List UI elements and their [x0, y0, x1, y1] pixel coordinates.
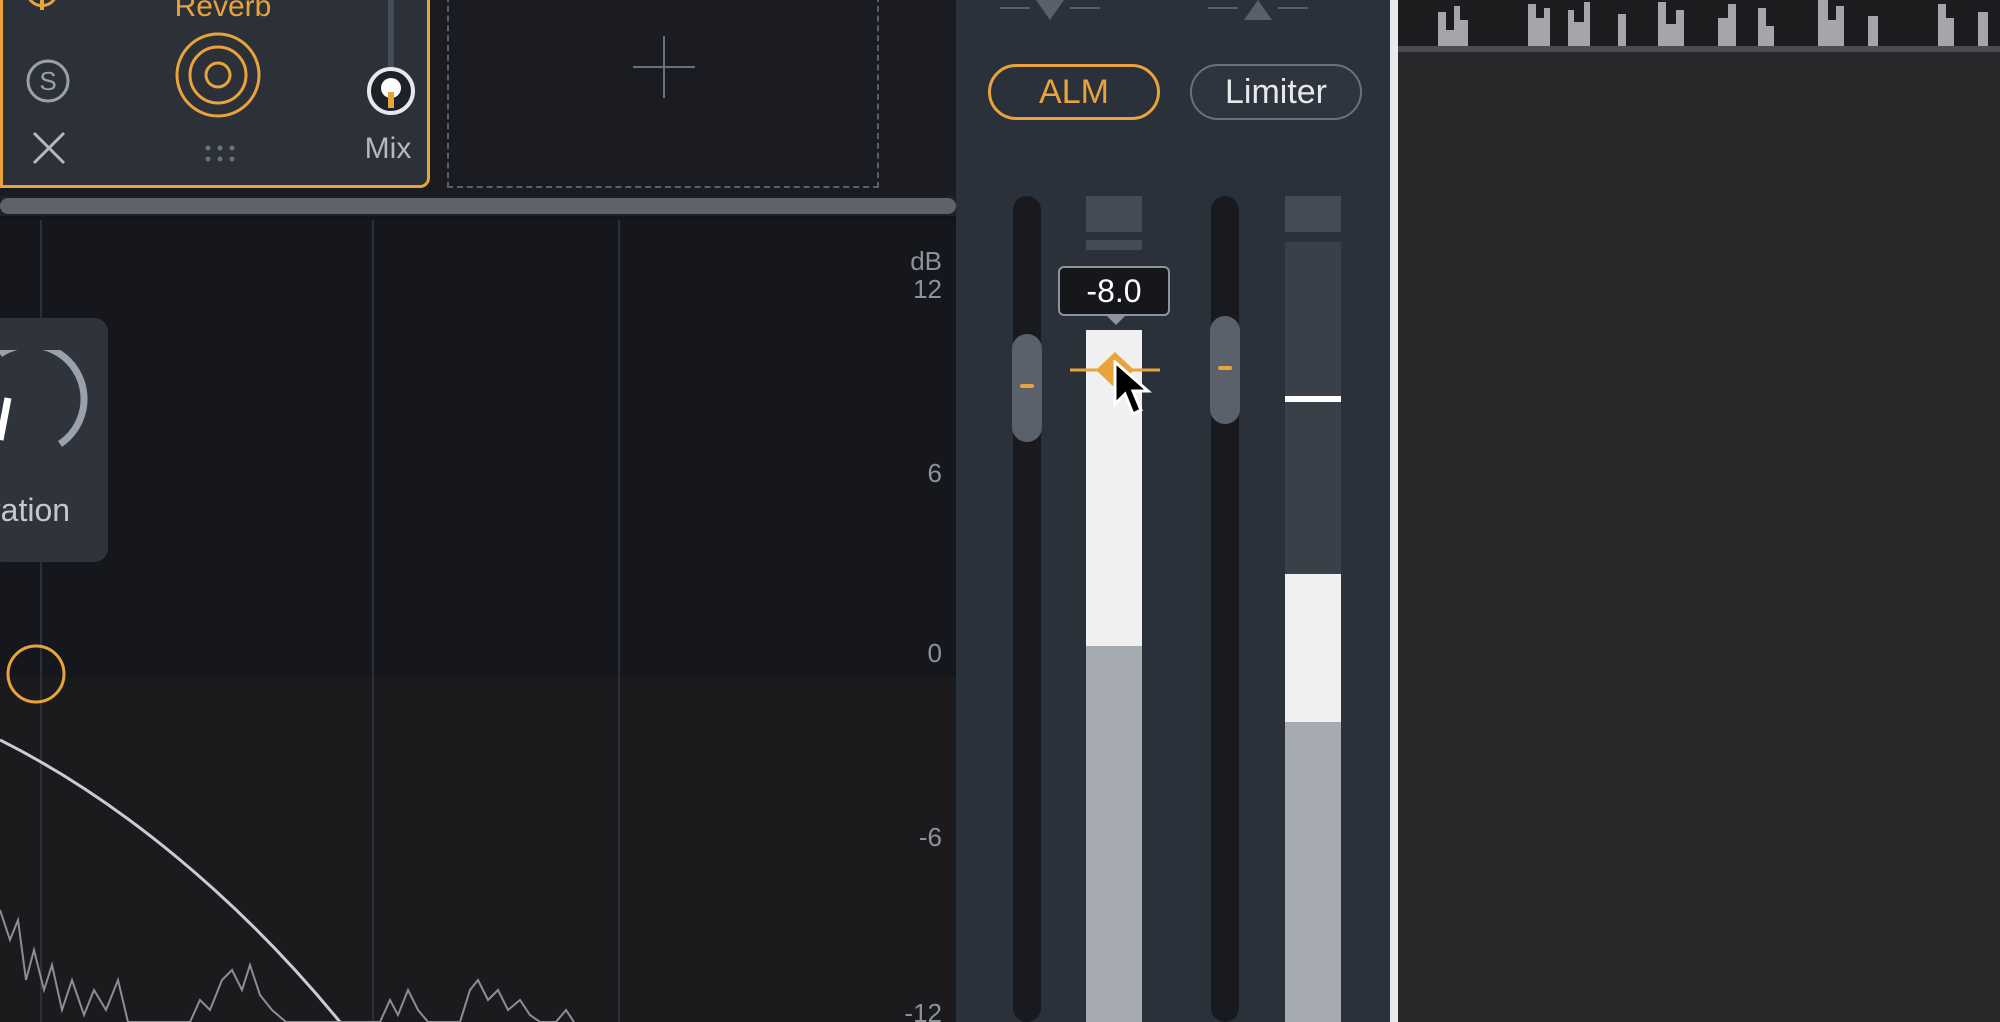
input-peak-marker-icon: [1000, 0, 1100, 24]
input-gain-slider-thumb[interactable]: [1012, 334, 1042, 442]
scrollbar-thumb[interactable]: [0, 198, 956, 214]
drag-handle-icon[interactable]: [203, 144, 237, 164]
limiter-button[interactable]: Limiter: [1190, 64, 1362, 120]
eq-curve: [0, 738, 575, 1022]
waveform-baseline: [1398, 46, 2000, 52]
eq-band-handle[interactable]: [6, 644, 66, 704]
meter-fill: [1285, 574, 1341, 722]
add-module-icon[interactable]: [633, 36, 695, 98]
power-icon[interactable]: [25, 0, 56, 22]
input-gain-slider-track[interactable]: [1013, 196, 1041, 1022]
mix-label: Mix: [364, 132, 412, 165]
remove-icon[interactable]: [31, 130, 67, 166]
meter-peak-segment: [1086, 240, 1142, 250]
reverb-module[interactable]: Reverb S Mix: [0, 0, 430, 188]
module-strip-scrollbar[interactable]: [0, 196, 956, 216]
output-level-meter: [1285, 196, 1341, 1022]
reverb-icon: [173, 30, 263, 120]
knob-icon[interactable]: [0, 341, 94, 460]
meter-peak-hold: [1285, 396, 1341, 402]
meter-peak-segment: [1285, 196, 1341, 232]
empty-module-slot[interactable]: [447, 0, 879, 188]
configuration-label: ration: [0, 492, 71, 528]
alm-button[interactable]: ALM: [988, 64, 1160, 120]
track-area: [1398, 0, 2000, 1022]
spectrum-analyzer[interactable]: dB 12 6 0 -6 -12: [0, 220, 956, 1022]
meter-peak-segment: [1086, 196, 1142, 232]
slider-tick: [1218, 366, 1232, 370]
mix-slider-icon[interactable]: [366, 0, 416, 118]
threshold-tooltip: -8.0: [1058, 266, 1170, 325]
solo-icon[interactable]: S: [25, 58, 70, 103]
module-title: Reverb: [174, 0, 272, 23]
meter-level: [1086, 646, 1142, 1022]
waveform-overview[interactable]: [1398, 0, 2000, 52]
mouse-cursor-icon: [1112, 358, 1154, 418]
output-peak-marker-icon: [1208, 0, 1308, 24]
slider-tick: [1020, 384, 1034, 388]
output-gain-slider-thumb[interactable]: [1210, 316, 1240, 424]
panel-divider[interactable]: [1390, 0, 1398, 1022]
meter-level: [1285, 722, 1341, 1022]
solo-label: S: [39, 66, 57, 96]
waveform-icon: [1438, 0, 1988, 46]
configuration-popup[interactable]: ration: [0, 318, 108, 562]
